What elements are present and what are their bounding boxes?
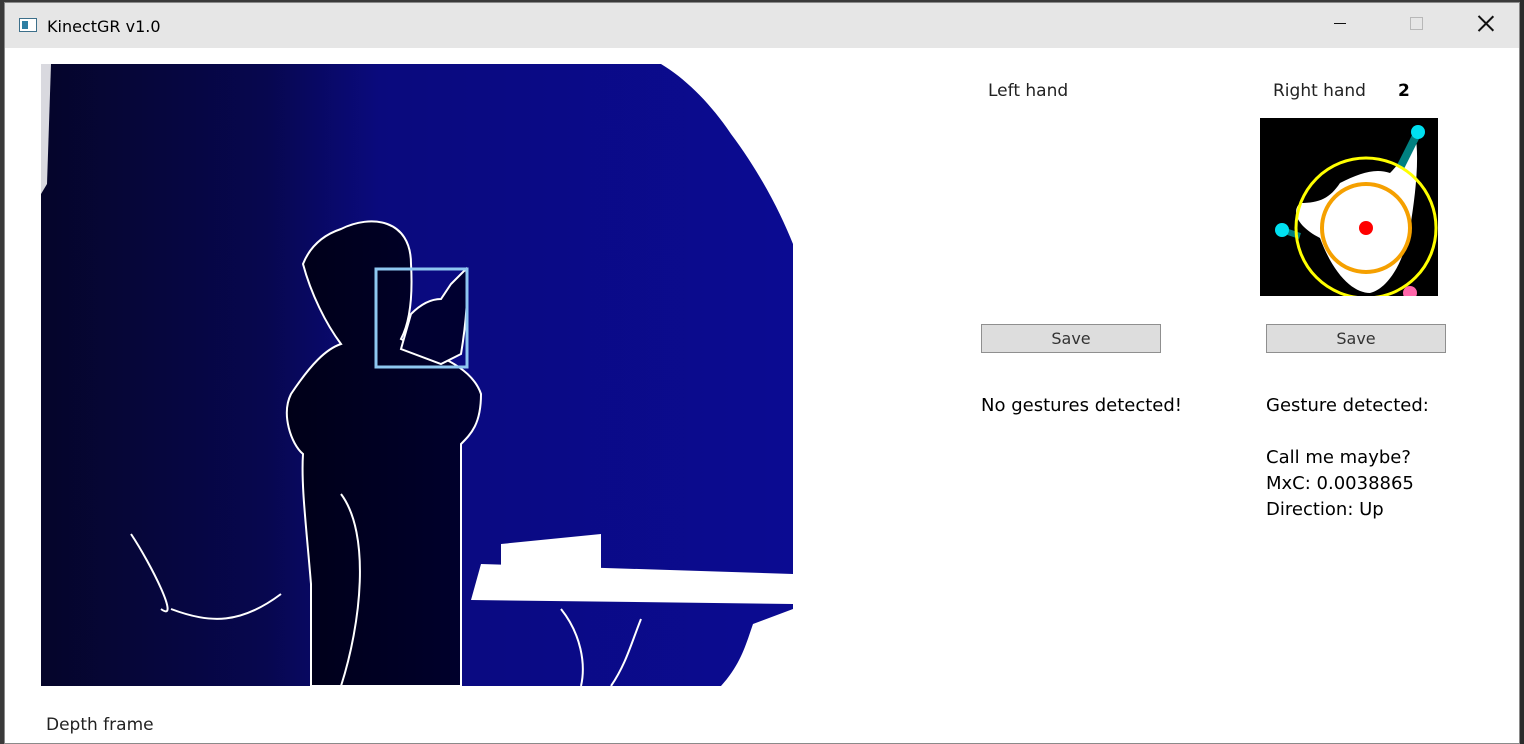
right-hand-label: Right hand <box>1273 81 1366 101</box>
app-window: KinectGR v1.0 Depth frame Left hand Save… <box>4 2 1520 744</box>
minimize-icon <box>1334 22 1346 24</box>
window-title: KinectGR v1.0 <box>47 17 161 36</box>
left-hand-status: No gestures detected! <box>981 395 1183 416</box>
right-hand-finger-count: 2 <box>1398 81 1410 101</box>
desktop-edge <box>1520 0 1524 744</box>
gesture-direction: Direction: Up <box>1266 499 1384 520</box>
right-hand-status: Gesture detected: Call me maybe? MxC: 0.… <box>1266 393 1429 523</box>
right-hand-preview-image <box>1260 118 1438 296</box>
depth-frame-label: Depth frame <box>46 715 154 735</box>
gesture-detected-label: Gesture detected: <box>1266 395 1429 416</box>
maximize-icon <box>1409 16 1423 30</box>
gesture-name: Call me maybe? <box>1266 447 1411 468</box>
close-icon <box>1478 15 1494 31</box>
minimize-button[interactable] <box>1305 3 1375 43</box>
left-hand-label: Left hand <box>988 81 1069 101</box>
gesture-mxc: MxC: 0.0038865 <box>1266 473 1414 494</box>
close-button[interactable] <box>1451 3 1519 43</box>
save-left-hand-button[interactable]: Save <box>981 324 1161 353</box>
app-icon <box>19 18 37 32</box>
title-bar[interactable]: KinectGR v1.0 <box>5 3 1519 48</box>
save-right-hand-button[interactable]: Save <box>1266 324 1446 353</box>
maximize-button[interactable] <box>1381 3 1451 43</box>
depth-frame-image <box>41 64 793 686</box>
